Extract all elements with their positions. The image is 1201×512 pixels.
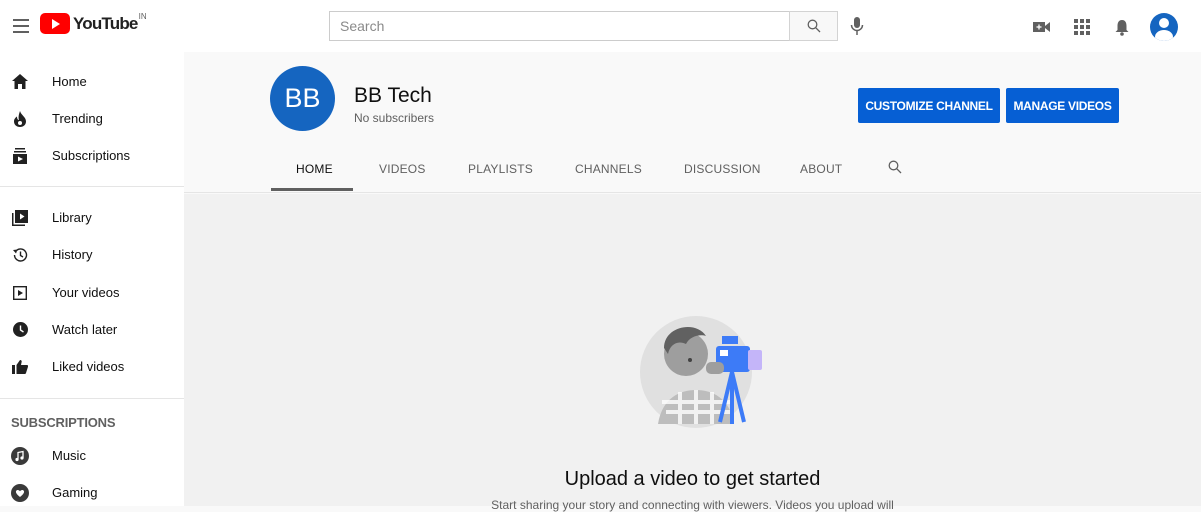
sidebar-item-label: Gaming bbox=[52, 485, 98, 500]
sidebar-item-history[interactable]: History bbox=[0, 236, 184, 273]
active-tab-indicator bbox=[271, 188, 353, 191]
sidebar-divider bbox=[0, 186, 184, 187]
top-bar: YouTube IN bbox=[0, 0, 1201, 52]
sidebar-item-label: Subscriptions bbox=[52, 148, 131, 163]
library-icon bbox=[11, 209, 29, 227]
manage-videos-button[interactable]: MANAGE VIDEOS bbox=[1006, 88, 1119, 123]
flame-icon bbox=[11, 110, 29, 128]
channel-header: BB BB Tech No subscribers CUSTOMIZE CHAN… bbox=[184, 52, 1201, 193]
tab-videos[interactable]: VIDEOS bbox=[379, 162, 426, 176]
sidebar-item-liked-videos[interactable]: Liked videos bbox=[0, 348, 184, 385]
search-bar bbox=[329, 11, 838, 41]
customize-channel-button[interactable]: CUSTOMIZE CHANNEL bbox=[858, 88, 1000, 123]
subscriptions-heading: SUBSCRIPTIONS bbox=[11, 415, 116, 430]
apps-button[interactable] bbox=[1070, 15, 1094, 39]
sidebar-item-trending[interactable]: Trending bbox=[0, 100, 184, 137]
video-camera-icon bbox=[1033, 22, 1050, 32]
logo-text: YouTube bbox=[73, 13, 138, 33]
sidebar-item-music[interactable]: Music bbox=[0, 437, 184, 474]
channel-home-content: Upload a video to get started Start shar… bbox=[184, 194, 1201, 512]
create-video-button[interactable] bbox=[1030, 15, 1054, 39]
youtube-logo[interactable]: YouTube IN bbox=[40, 12, 147, 34]
search-icon bbox=[888, 160, 902, 174]
videographer-illustration bbox=[640, 316, 762, 428]
tab-about[interactable]: ABOUT bbox=[800, 162, 842, 176]
subscriber-count: No subscribers bbox=[354, 111, 435, 125]
channel-name: BB Tech bbox=[354, 84, 432, 107]
play-box-icon bbox=[11, 284, 29, 302]
voice-search-button[interactable] bbox=[845, 14, 869, 38]
youtube-play-icon bbox=[40, 13, 70, 34]
thumbs-up-icon bbox=[11, 358, 29, 376]
sidebar-item-label: History bbox=[52, 247, 93, 262]
sidebar-item-gaming[interactable]: Gaming bbox=[0, 474, 184, 511]
tab-home[interactable]: HOME bbox=[296, 162, 333, 176]
history-icon bbox=[11, 246, 29, 264]
home-icon bbox=[11, 73, 29, 91]
sidebar-item-library[interactable]: Library bbox=[0, 199, 184, 236]
tab-playlists[interactable]: PLAYLISTS bbox=[468, 162, 533, 176]
empty-state-title: Upload a video to get started bbox=[564, 468, 821, 490]
sidebar-item-home[interactable]: Home bbox=[0, 63, 184, 100]
sidebar-item-label: Library bbox=[52, 210, 92, 225]
sidebar: Home Trending Subscriptions Library Hist… bbox=[0, 52, 184, 506]
search-input[interactable] bbox=[329, 11, 789, 41]
clock-icon bbox=[11, 321, 29, 339]
music-icon bbox=[11, 446, 29, 465]
logo-region: IN bbox=[138, 12, 147, 21]
bell-icon bbox=[1115, 19, 1129, 36]
subscriptions-icon bbox=[11, 147, 29, 165]
sidebar-item-label: Trending bbox=[52, 111, 103, 126]
channel-avatar: BB bbox=[270, 66, 335, 131]
sidebar-item-label: Your videos bbox=[52, 285, 120, 300]
apps-grid-icon bbox=[1074, 19, 1090, 35]
sidebar-item-label: Music bbox=[52, 448, 86, 463]
tab-discussion[interactable]: DISCUSSION bbox=[684, 162, 761, 176]
account-avatar[interactable] bbox=[1150, 13, 1178, 41]
search-button[interactable] bbox=[789, 11, 838, 41]
sidebar-item-watch-later[interactable]: Watch later bbox=[0, 311, 184, 348]
top-right-actions bbox=[1030, 13, 1178, 41]
channel-search-button[interactable] bbox=[888, 160, 902, 177]
sidebar-item-your-videos[interactable]: Your videos bbox=[0, 274, 184, 311]
tab-channels[interactable]: CHANNELS bbox=[575, 162, 642, 176]
sidebar-item-subscriptions[interactable]: Subscriptions bbox=[0, 137, 184, 174]
sidebar-item-label: Watch later bbox=[52, 322, 118, 337]
sidebar-item-label: Home bbox=[52, 74, 87, 89]
search-icon bbox=[807, 19, 820, 33]
hamburger-menu-icon[interactable] bbox=[9, 14, 33, 38]
sidebar-item-label: Liked videos bbox=[52, 359, 125, 374]
sidebar-divider bbox=[0, 398, 184, 399]
empty-state-subtitle: Start sharing your story and connecting … bbox=[491, 498, 894, 512]
notifications-button[interactable] bbox=[1110, 15, 1134, 39]
gaming-icon bbox=[11, 483, 29, 502]
microphone-icon bbox=[850, 17, 864, 35]
